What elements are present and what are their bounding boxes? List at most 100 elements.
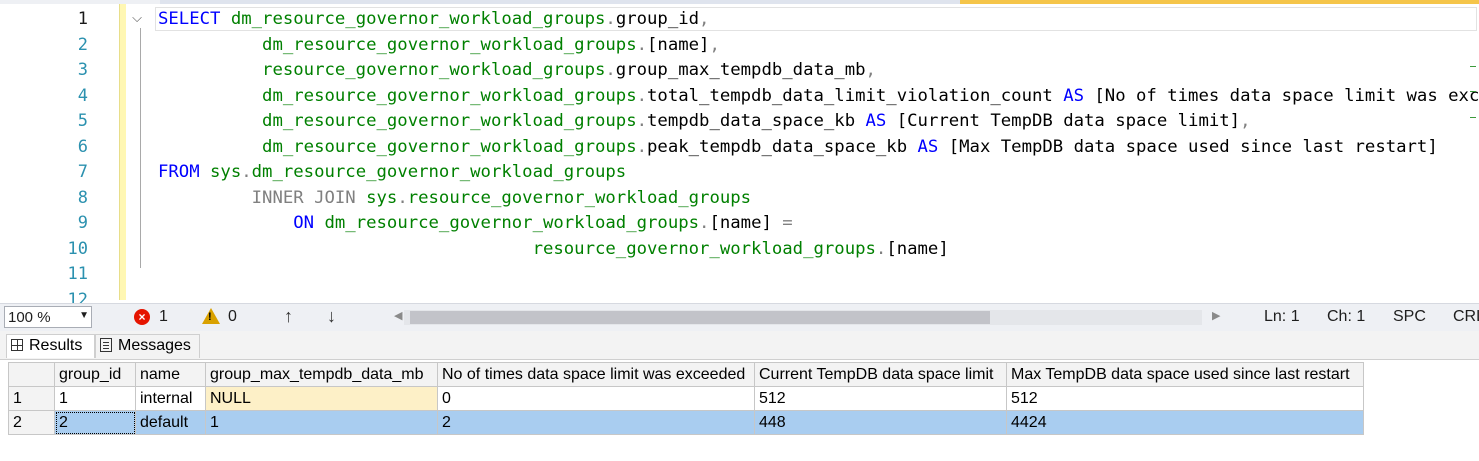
grid-cell[interactable]: 512 (1006, 386, 1364, 411)
results-tab-bar: Results Messages (0, 331, 1479, 360)
code-token: . (699, 213, 710, 233)
code-token: [name] (886, 238, 949, 259)
error-icon[interactable]: × (134, 309, 150, 325)
code-token: INNER JOIN (251, 187, 367, 208)
line-ending-indicator: CRLF (1453, 308, 1479, 325)
code-token: dm_resource_governor_workload_groups (324, 213, 700, 233)
code-token: [Max TempDB data space used since last r… (938, 136, 1438, 157)
column-header[interactable]: group_max_tempdb_data_mb (205, 362, 438, 387)
column-header[interactable]: No of times data space limit was exceede… (437, 362, 755, 387)
collapse-chevron-icon[interactable]: ⌵ (129, 10, 145, 26)
grid-cell[interactable]: 448 (754, 410, 1007, 435)
line-number-gutter: 1 2 3 4 5 6 7 8 9 10 11 12 (0, 4, 116, 303)
code-token: dm_resource_governor_workload_groups (262, 111, 637, 131)
line-number: 12 (67, 289, 88, 304)
table-row-selected[interactable]: 2 2 default 1 2 448 4424 (8, 410, 1364, 435)
messages-icon (100, 338, 112, 352)
code-token: . (875, 238, 887, 259)
line-number: 10 (67, 238, 88, 259)
grid-icon (11, 339, 23, 351)
row-number[interactable]: 1 (8, 386, 55, 411)
code-line[interactable]: INNER JOIN sys.resource_governor_workloa… (158, 186, 751, 212)
code-token: dm_resource_governor_workload_groups (262, 136, 637, 157)
code-token: dm_resource_governor_workload_groups (230, 9, 606, 29)
code-token: . (241, 162, 252, 182)
line-number: 5 (77, 111, 88, 131)
code-token: . (636, 34, 648, 55)
tab-results-label: Results (29, 337, 83, 354)
code-token: sys (366, 187, 398, 208)
code-line[interactable]: resource_governor_workload_groups.group_… (158, 58, 876, 84)
column-indicator: Ch: 1 (1327, 308, 1366, 325)
code-token: . (636, 111, 648, 131)
zoom-dropdown[interactable]: 100 % ▼ (4, 306, 92, 328)
line-number: 2 (77, 34, 88, 55)
row-number[interactable]: 2 (8, 410, 55, 435)
whitespace-indicator: SPC (1393, 308, 1426, 325)
results-grid: group_id name group_max_tempdb_data_mb N… (8, 362, 1364, 435)
code-token: . (636, 136, 648, 157)
grid-cell[interactable]: 1 (205, 410, 438, 435)
grid-cell[interactable]: 512 (754, 386, 1007, 411)
line-number: 6 (77, 136, 88, 157)
code-token: resource_governor_workload_groups (407, 187, 752, 208)
error-count[interactable]: 1 (159, 308, 168, 326)
line-number: 1 (77, 9, 88, 29)
grid-cell[interactable]: 1 (54, 386, 136, 411)
line-number: 8 (77, 187, 88, 208)
editor-status-bar: 100 % ▼ × 1 ! 0 ↑ ↓ ◀ ▶ Ln: 1 Ch: 1 SPC … (0, 303, 1479, 331)
grid-header-row: group_id name group_max_tempdb_data_mb N… (8, 362, 1364, 387)
code-token: AS (1063, 85, 1084, 106)
code-token: [name] (709, 213, 783, 233)
grid-cell[interactable]: default (135, 410, 206, 435)
warning-icon-mark: ! (208, 311, 212, 323)
code-line[interactable]: dm_resource_governor_workload_groups.pea… (158, 135, 1438, 161)
warning-count[interactable]: 0 (228, 308, 237, 326)
code-token: group_max_tempdb_data_mb (615, 60, 866, 80)
code-line[interactable]: ON dm_resource_governor_workload_groups.… (158, 211, 792, 237)
grid-cell-focused[interactable]: 2 (54, 410, 136, 435)
code-token: dm_resource_governor_workload_groups (262, 34, 637, 55)
column-header[interactable]: group_id (54, 362, 136, 387)
previous-issue-arrow-icon[interactable]: ↑ (284, 306, 293, 327)
next-issue-arrow-icon[interactable]: ↓ (327, 306, 336, 327)
code-line[interactable]: dm_resource_governor_workload_groups.tem… (158, 109, 1250, 135)
tab-results[interactable]: Results (6, 334, 95, 358)
code-line[interactable]: resource_governor_workload_groups.[name] (158, 237, 949, 263)
scroll-marker (1470, 66, 1476, 67)
grid-cell-null[interactable]: NULL (205, 386, 438, 411)
scroll-right-arrow-icon[interactable]: ▶ (1212, 309, 1220, 322)
code-token: resource_governor_workload_groups (532, 238, 876, 259)
code-line[interactable]: SELECT dm_resource_governor_workload_gro… (158, 7, 709, 33)
column-header[interactable]: name (135, 362, 206, 387)
horizontal-scrollbar-thumb[interactable] (410, 311, 990, 324)
code-token: . (605, 60, 616, 80)
code-line[interactable]: dm_resource_governor_workload_groups.[na… (158, 33, 720, 59)
code-token: tempdb_data_space_kb (647, 111, 866, 131)
scroll-marker (1470, 91, 1476, 92)
column-header[interactable]: Current TempDB data space limit (754, 362, 1007, 387)
scroll-left-arrow-icon[interactable]: ◀ (394, 309, 402, 322)
scroll-marker (1470, 117, 1476, 118)
grid-cell[interactable]: 2 (437, 410, 755, 435)
grid-cell[interactable]: internal (135, 386, 206, 411)
line-number: 4 (77, 85, 88, 106)
line-number: 3 (77, 60, 88, 80)
grid-cell[interactable]: 0 (437, 386, 755, 411)
query-editor[interactable]: 1 2 3 4 5 6 7 8 9 10 11 12 ⌵ SELECT dm_resource_gov… (0, 4, 1479, 303)
column-header[interactable]: Max TempDB data space used since last re… (1006, 362, 1364, 387)
code-line[interactable]: FROM sys.dm_resource_governor_workload_g… (158, 160, 626, 186)
code-line[interactable]: dm_resource_governor_workload_groups.tot… (158, 84, 1479, 110)
tab-messages[interactable]: Messages (95, 334, 200, 358)
row-number-header[interactable] (8, 362, 55, 387)
grid-cell[interactable]: 4424 (1006, 410, 1364, 435)
code-token: ON (293, 213, 325, 233)
table-row[interactable]: 1 1 internal NULL 0 512 512 (8, 386, 1364, 411)
